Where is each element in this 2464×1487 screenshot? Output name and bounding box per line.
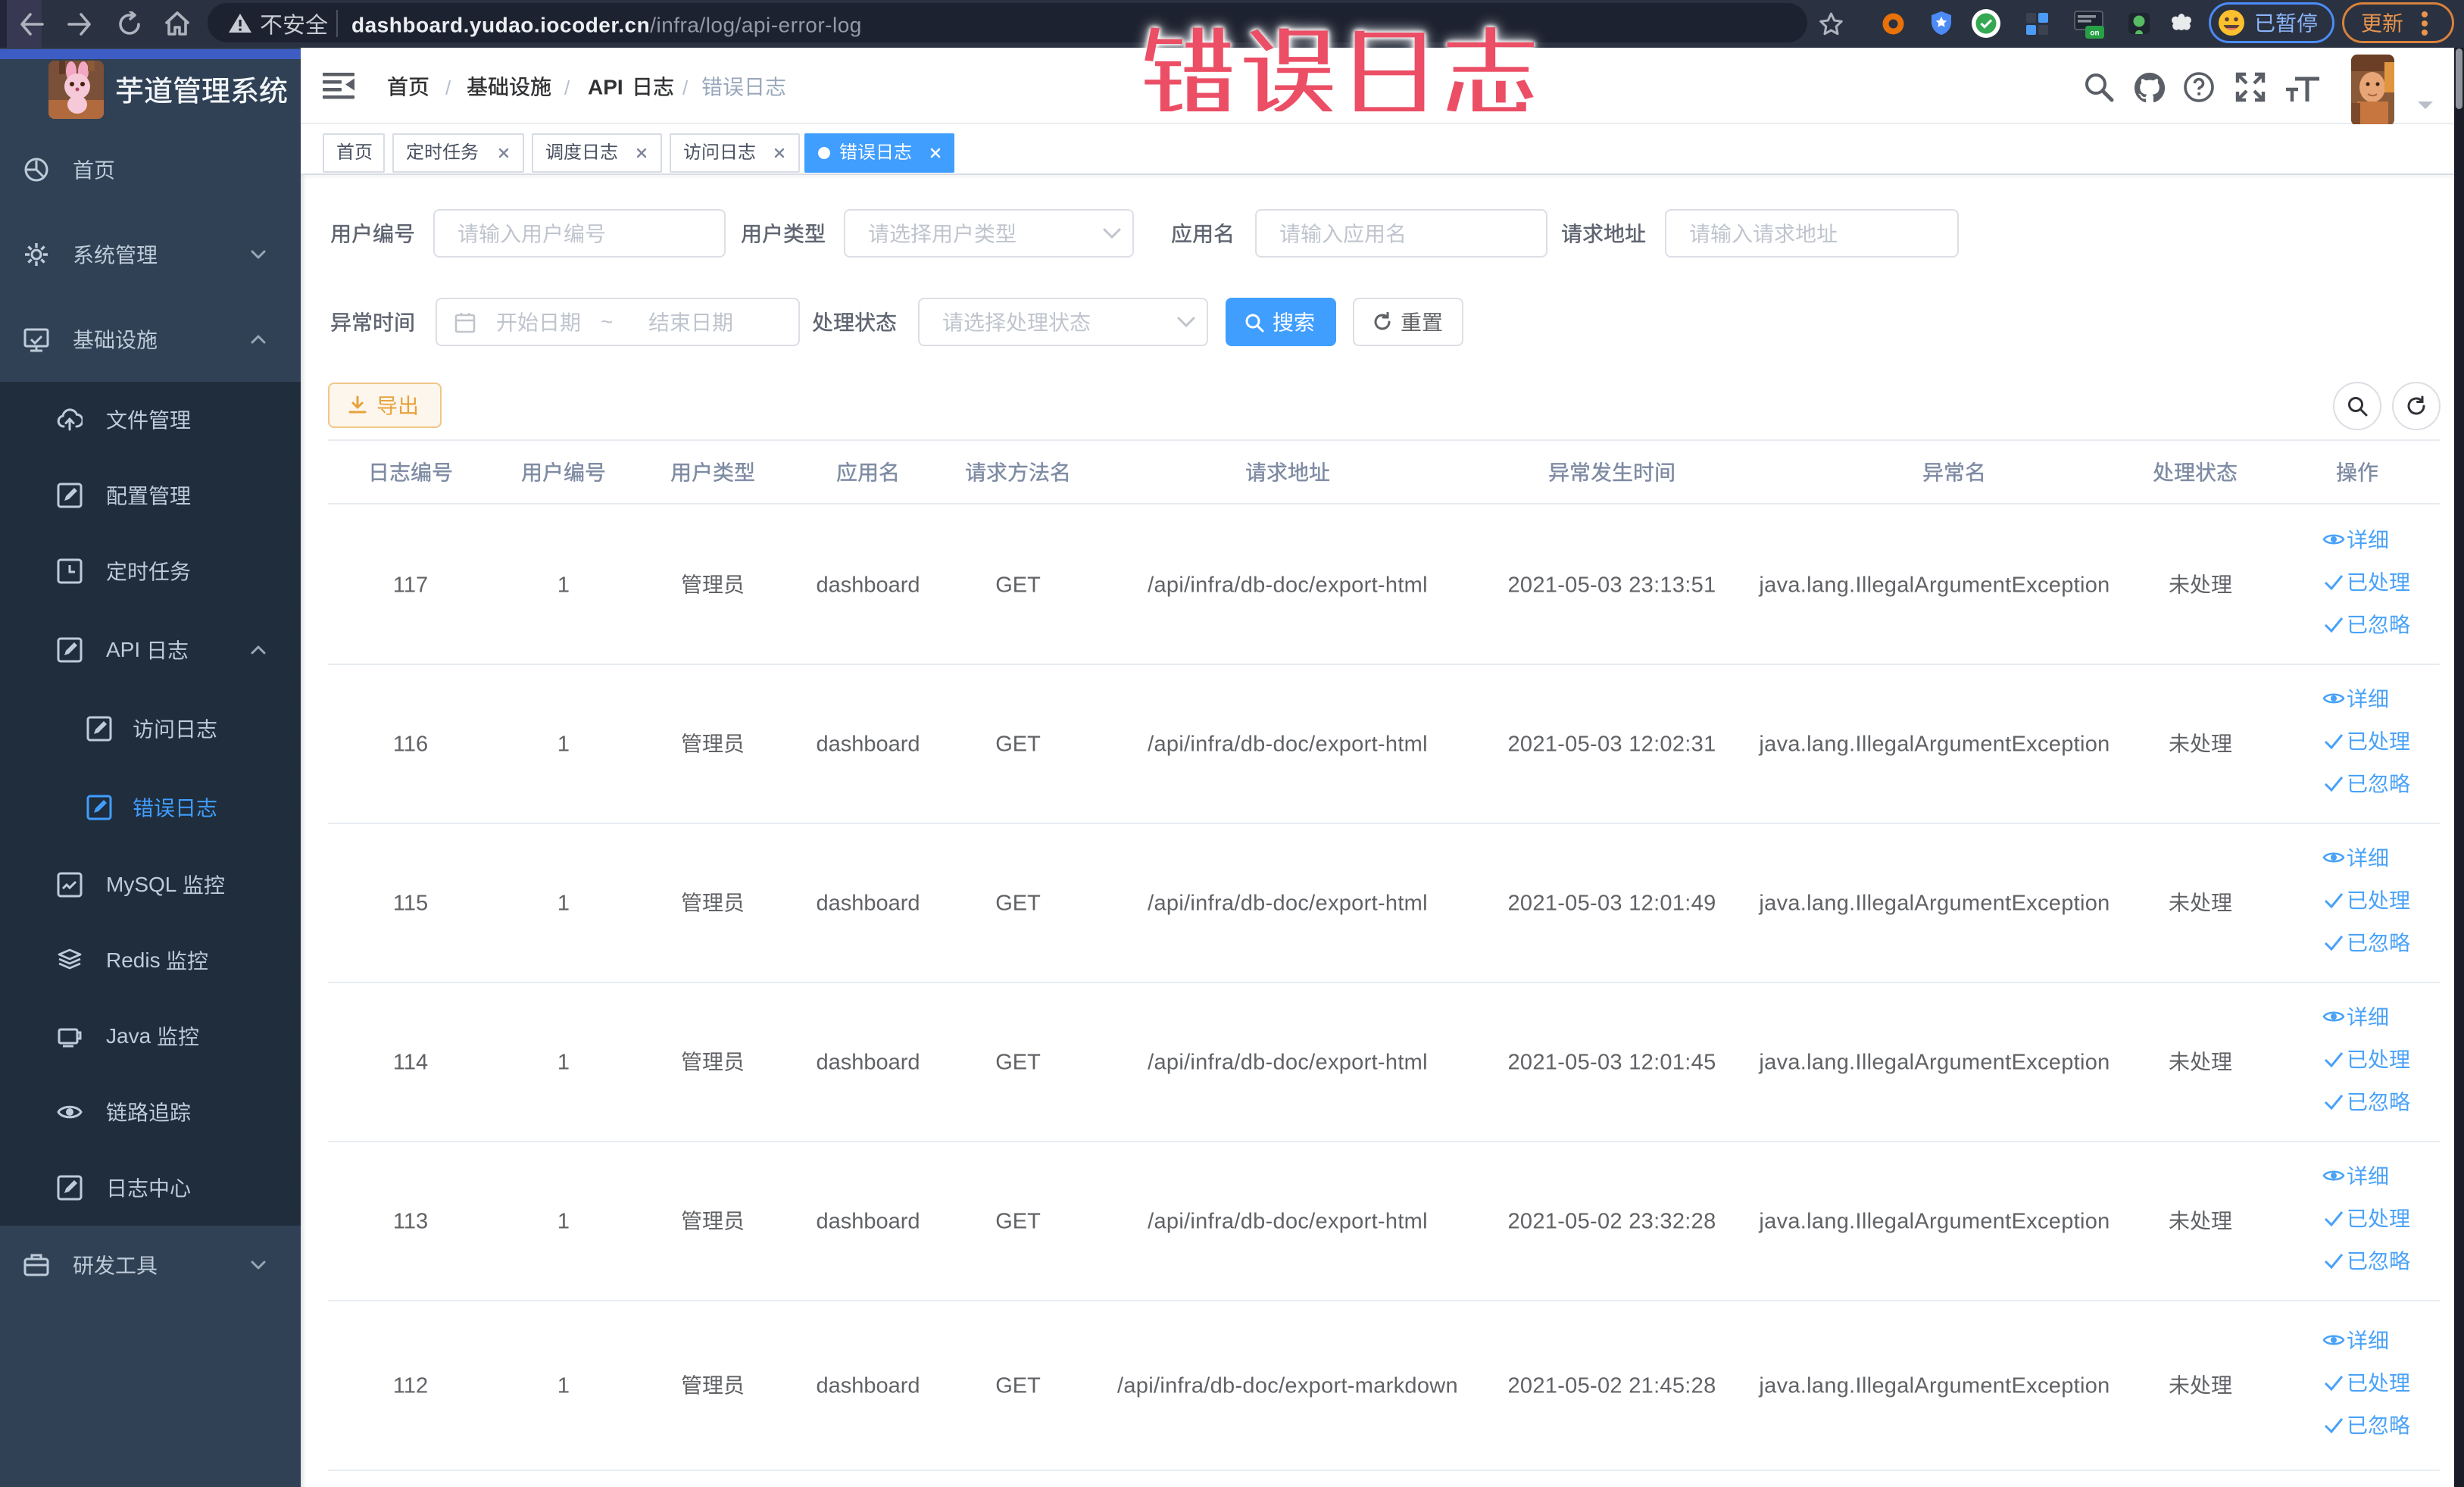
svg-text:on: on [2090, 30, 2099, 38]
